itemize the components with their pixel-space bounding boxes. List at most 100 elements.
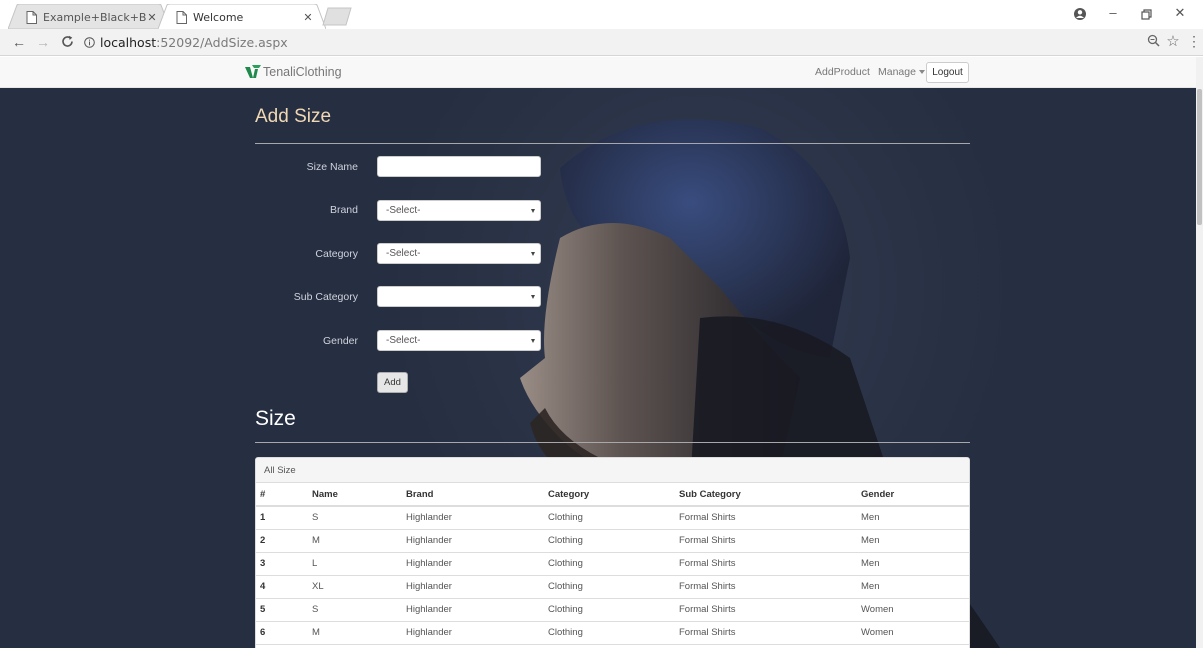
cell-number: 5 [256, 598, 312, 622]
cell-number: 1 [256, 506, 312, 530]
cell-gender: Men [861, 506, 969, 530]
cell-category: Clothing [548, 506, 679, 530]
cell-brand: Highlander [406, 621, 548, 645]
window-close-icon[interactable]: ✕ [1168, 5, 1192, 25]
gender-label: Gender [322, 335, 358, 347]
tab-title: Welcome [193, 10, 244, 24]
forward-icon: → [36, 34, 50, 50]
table-row: 5 S Highlander Clothing Formal Shirts Wo… [256, 598, 969, 622]
cell-number: 2 [256, 529, 312, 553]
cell-brand: Highlander [406, 529, 548, 553]
table-row: 1 S Highlander Clothing Formal Shirts Me… [256, 506, 969, 530]
page-scrollbar[interactable] [1196, 57, 1203, 648]
zoom-icon[interactable] [1145, 34, 1161, 50]
cell-gender: Women [861, 598, 969, 622]
sizes-table: # Name Brand Category Sub Category Gende… [256, 483, 969, 645]
cell-number: 3 [256, 552, 312, 576]
cell-brand: Highlander [406, 575, 548, 599]
sub-category-select[interactable] [377, 286, 541, 307]
section-title: Size [255, 407, 296, 430]
caret-down-icon [918, 70, 925, 75]
column-header: Brand [406, 483, 548, 507]
cell-category: Clothing [548, 529, 679, 553]
brand-select[interactable]: -Select- [377, 200, 541, 221]
cell-number: 4 [256, 575, 312, 599]
category-label: Category [315, 248, 358, 260]
divider [255, 143, 970, 144]
cell-sub-category: Formal Shirts [679, 529, 861, 553]
add-button[interactable]: Add [377, 372, 408, 393]
back-icon[interactable]: ← [10, 33, 28, 51]
dropdown-arrow-icon [531, 339, 535, 343]
cell-name: S [312, 598, 406, 622]
address-bar: ← → localhost:52092/AddSize.aspx ☆ ⋮ [0, 29, 1203, 56]
close-icon[interactable]: ✕ [146, 11, 158, 24]
profile-icon[interactable] [1068, 5, 1092, 25]
nav-add-product-link[interactable]: AddProduct [815, 66, 870, 78]
cell-number: 6 [256, 621, 312, 645]
site-navbar: TenaliClothing AddProduct Manage Logout [0, 57, 1196, 88]
dropdown-arrow-icon [531, 252, 535, 256]
cell-sub-category: Formal Shirts [679, 598, 861, 622]
cell-brand: Highlander [406, 552, 548, 576]
close-icon[interactable]: ✕ [302, 11, 314, 24]
dropdown-arrow-icon [531, 209, 535, 213]
browser-tab-example-black-book[interactable]: Example+Black+Book+c ✕ [8, 4, 170, 29]
brand-logo-icon [245, 65, 261, 78]
column-header: # [256, 483, 312, 507]
cell-brand: Highlander [406, 598, 548, 622]
column-header: Name [312, 483, 406, 507]
sizes-panel: All Size # Name Brand Category Sub Categ… [255, 457, 970, 648]
browser-tab-welcome[interactable]: Welcome ✕ [158, 4, 326, 29]
table-row: 4 XL Highlander Clothing Formal Shirts M… [256, 575, 969, 599]
url-field[interactable]: localhost:52092/AddSize.aspx [84, 34, 288, 51]
divider [255, 442, 970, 443]
reload-icon[interactable] [58, 33, 76, 51]
cell-category: Clothing [548, 621, 679, 645]
info-icon[interactable] [84, 37, 95, 48]
scrollbar-thumb[interactable] [1197, 89, 1202, 225]
table-row: 2 M Highlander Clothing Formal Shirts Me… [256, 529, 969, 553]
page-viewport: TenaliClothing AddProduct Manage Logout … [0, 57, 1196, 648]
gender-select-value: -Select- [386, 335, 421, 346]
cell-name: M [312, 621, 406, 645]
table-row: 3 L Highlander Clothing Formal Shirts Me… [256, 552, 969, 576]
cell-sub-category: Formal Shirts [679, 506, 861, 530]
url-host: localhost [100, 35, 157, 50]
cell-gender: Women [861, 621, 969, 645]
cell-name: L [312, 552, 406, 576]
nav-manage-dropdown[interactable]: Manage [878, 66, 925, 78]
table-header-row: # Name Brand Category Sub Category Gende… [256, 483, 969, 507]
column-header: Sub Category [679, 483, 861, 507]
brand-label: Brand [329, 204, 358, 216]
page-icon [176, 10, 187, 24]
cell-name: XL [312, 575, 406, 599]
gender-select[interactable]: -Select- [377, 330, 541, 351]
category-select[interactable]: -Select- [377, 243, 541, 264]
brand-select-value: -Select- [386, 205, 421, 216]
cell-category: Clothing [548, 552, 679, 576]
menu-dots-icon[interactable]: ⋮ [1186, 34, 1202, 50]
cell-sub-category: Formal Shirts [679, 552, 861, 576]
size-name-label: Size Name [306, 161, 358, 173]
cell-gender: Men [861, 529, 969, 553]
brand-name: TenaliClothing [263, 64, 342, 79]
brand-link[interactable]: TenaliClothing [244, 64, 342, 79]
restore-icon[interactable] [1134, 5, 1158, 25]
panel-heading: All Size [256, 458, 969, 483]
browser-tab-bar: Example+Black+Book+c ✕ Welcome ✕ – ✕ [0, 0, 1203, 29]
dropdown-arrow-icon [531, 295, 535, 299]
page-icon [26, 10, 37, 24]
bookmark-star-icon[interactable]: ☆ [1165, 34, 1181, 50]
column-header: Gender [861, 483, 969, 507]
size-name-input[interactable] [377, 156, 541, 177]
nav-manage-label: Manage [878, 66, 916, 78]
new-tab-button[interactable] [322, 7, 352, 26]
cell-name: S [312, 506, 406, 530]
cell-sub-category: Formal Shirts [679, 621, 861, 645]
table-row: 6 M Highlander Clothing Formal Shirts Wo… [256, 621, 969, 645]
logout-button[interactable]: Logout [926, 62, 969, 83]
url-path: :52092/AddSize.aspx [156, 35, 288, 50]
cell-name: M [312, 529, 406, 553]
minimize-icon[interactable]: – [1101, 5, 1125, 25]
